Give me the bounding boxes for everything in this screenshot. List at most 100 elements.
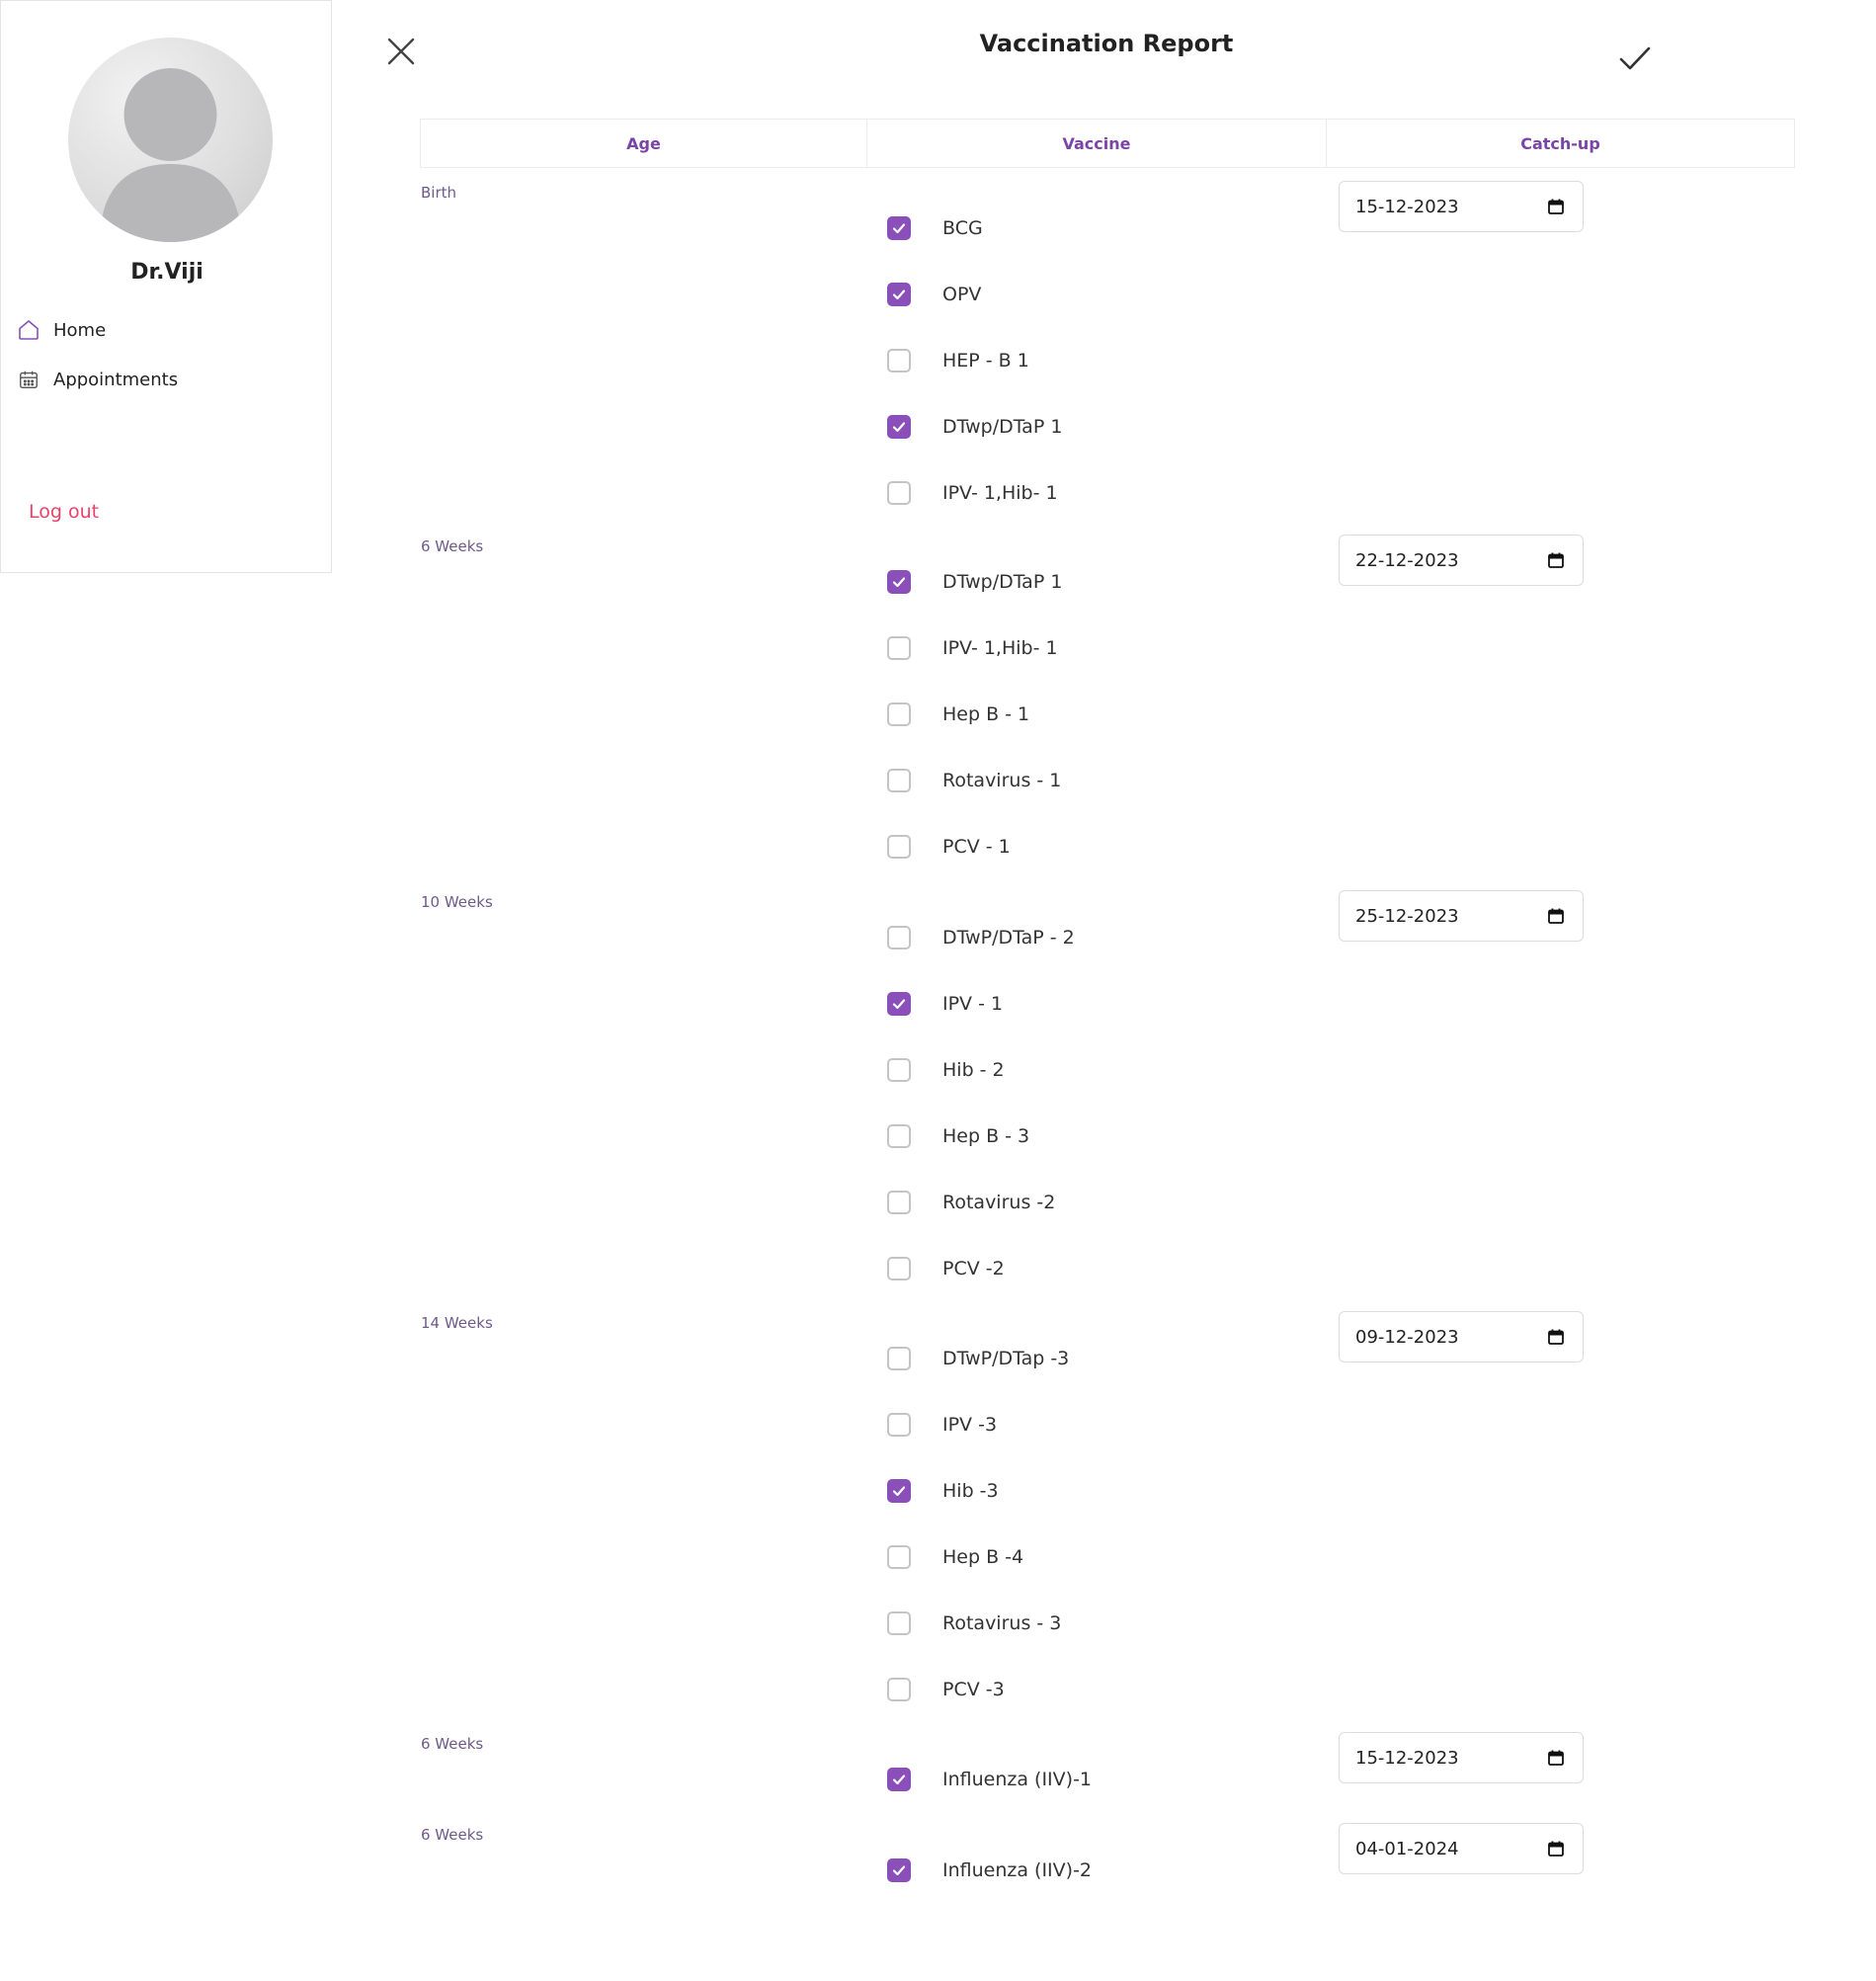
vaccine-checkbox[interactable] — [887, 835, 911, 859]
vaccine-item: Hib - 2 — [887, 1055, 1005, 1085]
vaccine-checkbox[interactable] — [887, 1124, 911, 1148]
age-label: 6 Weeks — [421, 537, 484, 555]
vaccine-name: OPV — [942, 284, 982, 305]
vaccine-item: IPV - 1 — [887, 989, 1003, 1019]
vaccine-checkbox[interactable] — [887, 1191, 911, 1214]
vaccine-name: PCV -3 — [942, 1679, 1005, 1700]
vaccine-name: Rotavirus - 3 — [942, 1612, 1062, 1634]
check-icon — [892, 223, 906, 234]
vaccine-item: OPV — [887, 280, 981, 309]
vaccine-item: DTwp/DTaP 1 — [887, 412, 1062, 442]
vaccine-checkbox[interactable] — [887, 636, 911, 660]
vaccine-checkbox[interactable] — [887, 1611, 911, 1635]
vaccine-name: IPV- 1,Hib- 1 — [942, 637, 1058, 659]
age-label: 6 Weeks — [421, 1826, 484, 1844]
vaccine-name: DTwp/DTaP 1 — [942, 571, 1063, 593]
calendar-icon[interactable] — [1547, 907, 1565, 925]
vaccine-item: Hep B - 3 — [887, 1121, 1029, 1151]
vaccine-item: DTwp/DTaP 1 — [887, 567, 1062, 597]
vaccine-item: Hep B -4 — [887, 1542, 1023, 1572]
vaccine-name: IPV- 1,Hib- 1 — [942, 482, 1058, 504]
vaccine-checkbox[interactable] — [887, 1347, 911, 1370]
vaccine-name: IPV -3 — [942, 1414, 998, 1436]
catch-up-date-input[interactable]: 15-12-2023 — [1339, 181, 1584, 232]
catch-up-date-input[interactable]: 09-12-2023 — [1339, 1311, 1584, 1362]
vaccine-name: DTwp/DTaP 1 — [942, 416, 1063, 438]
vaccine-item: DTwP/DTaP - 2 — [887, 923, 1075, 952]
check-icon — [892, 422, 906, 433]
date-value: 25-12-2023 — [1355, 905, 1459, 927]
vaccine-checkbox[interactable] — [887, 1545, 911, 1569]
date-value: 22-12-2023 — [1355, 549, 1459, 571]
vaccine-name: Hep B -4 — [942, 1546, 1024, 1568]
vaccine-checkbox[interactable] — [887, 769, 911, 792]
vaccine-name: IPV - 1 — [942, 993, 1004, 1015]
vaccine-item: IPV- 1,Hib- 1 — [887, 633, 1058, 663]
vaccine-item: Hib -3 — [887, 1476, 999, 1506]
vaccine-checkbox[interactable] — [887, 216, 911, 240]
vaccine-name: PCV - 1 — [942, 836, 1011, 858]
check-icon — [892, 1775, 906, 1785]
calendar-icon[interactable] — [1547, 551, 1565, 569]
vaccine-checkbox[interactable] — [887, 992, 911, 1016]
calendar-icon[interactable] — [1547, 198, 1565, 215]
vaccine-name: Hep B - 1 — [942, 703, 1030, 725]
age-label: 10 Weeks — [421, 893, 493, 911]
vaccine-item: PCV - 1 — [887, 832, 1011, 862]
vaccine-item: BCG — [887, 213, 983, 243]
vaccine-item: Hep B - 1 — [887, 700, 1029, 729]
date-value: 04-01-2024 — [1355, 1838, 1459, 1859]
vaccine-checkbox[interactable] — [887, 1479, 911, 1503]
date-value: 15-12-2023 — [1355, 196, 1459, 217]
calendar-icon[interactable] — [1547, 1840, 1565, 1857]
catch-up-date-input[interactable]: 04-01-2024 — [1339, 1823, 1584, 1874]
vaccine-checkbox[interactable] — [887, 1257, 911, 1280]
vaccine-checkbox[interactable] — [887, 1858, 911, 1882]
vaccine-name: Hib -3 — [942, 1480, 999, 1502]
vaccine-checkbox[interactable] — [887, 349, 911, 372]
catch-up-date-input[interactable]: 25-12-2023 — [1339, 890, 1584, 942]
vaccine-checkbox[interactable] — [887, 570, 911, 594]
vaccination-table-body: Birth BCG OPV HEP - B 1 DTwp/DTaP 1 IPV- 1,Hi… — [0, 0, 1876, 1981]
vaccine-item: PCV -2 — [887, 1254, 1005, 1283]
calendar-icon[interactable] — [1547, 1749, 1565, 1767]
vaccine-checkbox[interactable] — [887, 481, 911, 505]
date-value: 15-12-2023 — [1355, 1747, 1459, 1769]
vaccine-checkbox[interactable] — [887, 1058, 911, 1082]
vaccine-item: IPV- 1,Hib- 1 — [887, 478, 1058, 508]
vaccine-item: DTwP/DTap -3 — [887, 1344, 1069, 1373]
age-label: Birth — [421, 184, 457, 202]
vaccine-checkbox[interactable] — [887, 1678, 911, 1701]
vaccine-name: BCG — [942, 217, 983, 239]
date-value: 09-12-2023 — [1355, 1326, 1459, 1348]
vaccine-item: Rotavirus - 1 — [887, 766, 1061, 795]
vaccine-item: Rotavirus -2 — [887, 1188, 1055, 1217]
vaccine-name: HEP - B 1 — [942, 350, 1029, 371]
vaccine-item: Rotavirus - 3 — [887, 1609, 1061, 1638]
vaccine-name: Hep B - 3 — [942, 1125, 1030, 1147]
vaccine-checkbox[interactable] — [887, 702, 911, 726]
check-icon — [892, 1865, 906, 1876]
vaccine-checkbox[interactable] — [887, 283, 911, 306]
age-label: 14 Weeks — [421, 1314, 493, 1332]
check-icon — [892, 577, 906, 588]
vaccine-name: Influenza (IIV)-2 — [942, 1859, 1093, 1881]
vaccine-name: DTwP/DTaP - 2 — [942, 927, 1075, 949]
vaccine-name: Rotavirus - 1 — [942, 770, 1062, 791]
vaccine-name: Influenza (IIV)-1 — [942, 1769, 1093, 1790]
vaccine-checkbox[interactable] — [887, 926, 911, 949]
vaccine-checkbox[interactable] — [887, 1413, 911, 1437]
catch-up-date-input[interactable]: 15-12-2023 — [1339, 1732, 1584, 1783]
check-icon — [892, 289, 906, 300]
catch-up-date-input[interactable]: 22-12-2023 — [1339, 535, 1584, 586]
vaccine-checkbox[interactable] — [887, 415, 911, 439]
vaccine-name: PCV -2 — [942, 1258, 1005, 1279]
vaccine-name: Hib - 2 — [942, 1059, 1005, 1081]
vaccine-item: PCV -3 — [887, 1675, 1005, 1704]
age-label: 6 Weeks — [421, 1735, 484, 1753]
vaccine-checkbox[interactable] — [887, 1768, 911, 1791]
vaccine-item: HEP - B 1 — [887, 346, 1029, 375]
check-icon — [892, 1486, 906, 1497]
vaccine-item: Influenza (IIV)-2 — [887, 1856, 1092, 1885]
calendar-icon[interactable] — [1547, 1328, 1565, 1346]
